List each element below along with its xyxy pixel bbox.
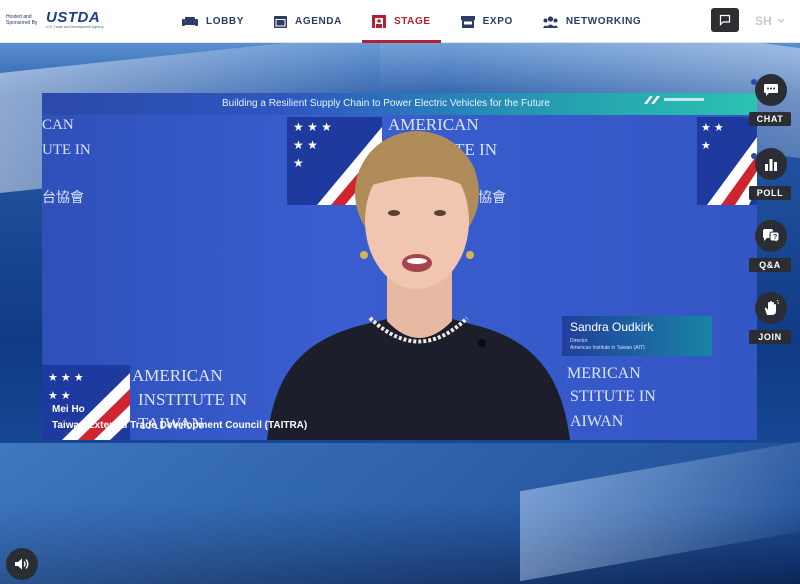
nav-lobby-label: LOBBY: [206, 16, 244, 27]
nav-lobby[interactable]: LOBBY: [172, 0, 254, 43]
nav-networking[interactable]: NETWORKING: [533, 0, 651, 43]
top-nav-bar: Hosted and Sponsored By USTDA U.S. Trade…: [0, 0, 800, 43]
nameplate-title: Director: [570, 338, 588, 344]
people-icon: [542, 15, 558, 28]
volume-button[interactable]: [6, 548, 38, 580]
sponsor-block: Hosted and Sponsored By USTDA U.S. Trade…: [6, 10, 104, 30]
sponsor-label: Hosted and Sponsored By: [6, 14, 38, 26]
ustda-tagline: U.S. Trade and Development Agency: [46, 25, 104, 29]
stage-icon: [371, 15, 386, 28]
speaker-figure: [267, 131, 570, 440]
messages-button[interactable]: [711, 8, 739, 32]
nav-networking-label: NETWORKING: [565, 16, 642, 27]
poll-label: POLL: [749, 186, 791, 200]
nav-expo[interactable]: EXPO: [451, 0, 523, 43]
poll-button-circle: [755, 148, 787, 180]
nav-expo-label: EXPO: [482, 16, 513, 27]
poll-button[interactable]: POLL: [749, 148, 793, 204]
chat-label: CHAT: [749, 112, 791, 126]
notification-dot: [751, 153, 757, 159]
stage-video[interactable]: Building a Resilient Supply Chain to Pow…: [42, 93, 757, 440]
user-menu[interactable]: SH: [755, 14, 785, 28]
nav-stage-label: STAGE: [393, 16, 431, 27]
hand-icon: [764, 300, 779, 315]
nav-agenda-label: AGENDA: [295, 16, 342, 27]
speaker-volume-icon: [15, 558, 29, 570]
speaker-caption-org: Taiwan External Trade Development Counci…: [52, 420, 308, 431]
speaker-caption-name: Mei Ho: [52, 404, 85, 415]
qa-icon: ?: [763, 229, 780, 244]
chat-icon: [764, 84, 778, 96]
nav-agenda[interactable]: AGENDA: [264, 0, 352, 43]
svg-text:?: ?: [773, 234, 777, 241]
message-icon: [719, 14, 731, 26]
join-button[interactable]: JOIN: [749, 292, 793, 348]
qa-button[interactable]: ? Q&A: [749, 220, 793, 276]
main-nav: LOBBY AGENDA STAGE EXPO NETWORKING: [172, 0, 661, 43]
nameplate-name: Sandra Oudkirk: [570, 320, 654, 334]
ustda-logo-text: USTDA: [46, 9, 101, 26]
poll-icon: [765, 159, 777, 171]
speaker-nameplate: Sandra Oudkirk Director American Institu…: [562, 316, 712, 356]
join-label: JOIN: [749, 330, 791, 344]
chat-button[interactable]: CHAT: [749, 74, 793, 130]
user-initials: SH: [755, 14, 772, 28]
nav-stage[interactable]: STAGE: [361, 0, 441, 43]
qa-button-circle: ?: [755, 220, 787, 252]
booth-icon: [460, 15, 475, 28]
chat-button-circle: [755, 74, 787, 106]
qa-label: Q&A: [749, 258, 791, 272]
chevron-down-icon: [777, 18, 785, 23]
nameplate-org: American Institute in Taiwan (AIT): [570, 345, 645, 351]
ustda-logo[interactable]: USTDA U.S. Trade and Development Agency: [46, 10, 104, 30]
sofa-icon: [182, 17, 198, 26]
join-button-circle: [755, 292, 787, 324]
calendar-icon: [274, 16, 287, 28]
notification-dot: [751, 79, 757, 85]
